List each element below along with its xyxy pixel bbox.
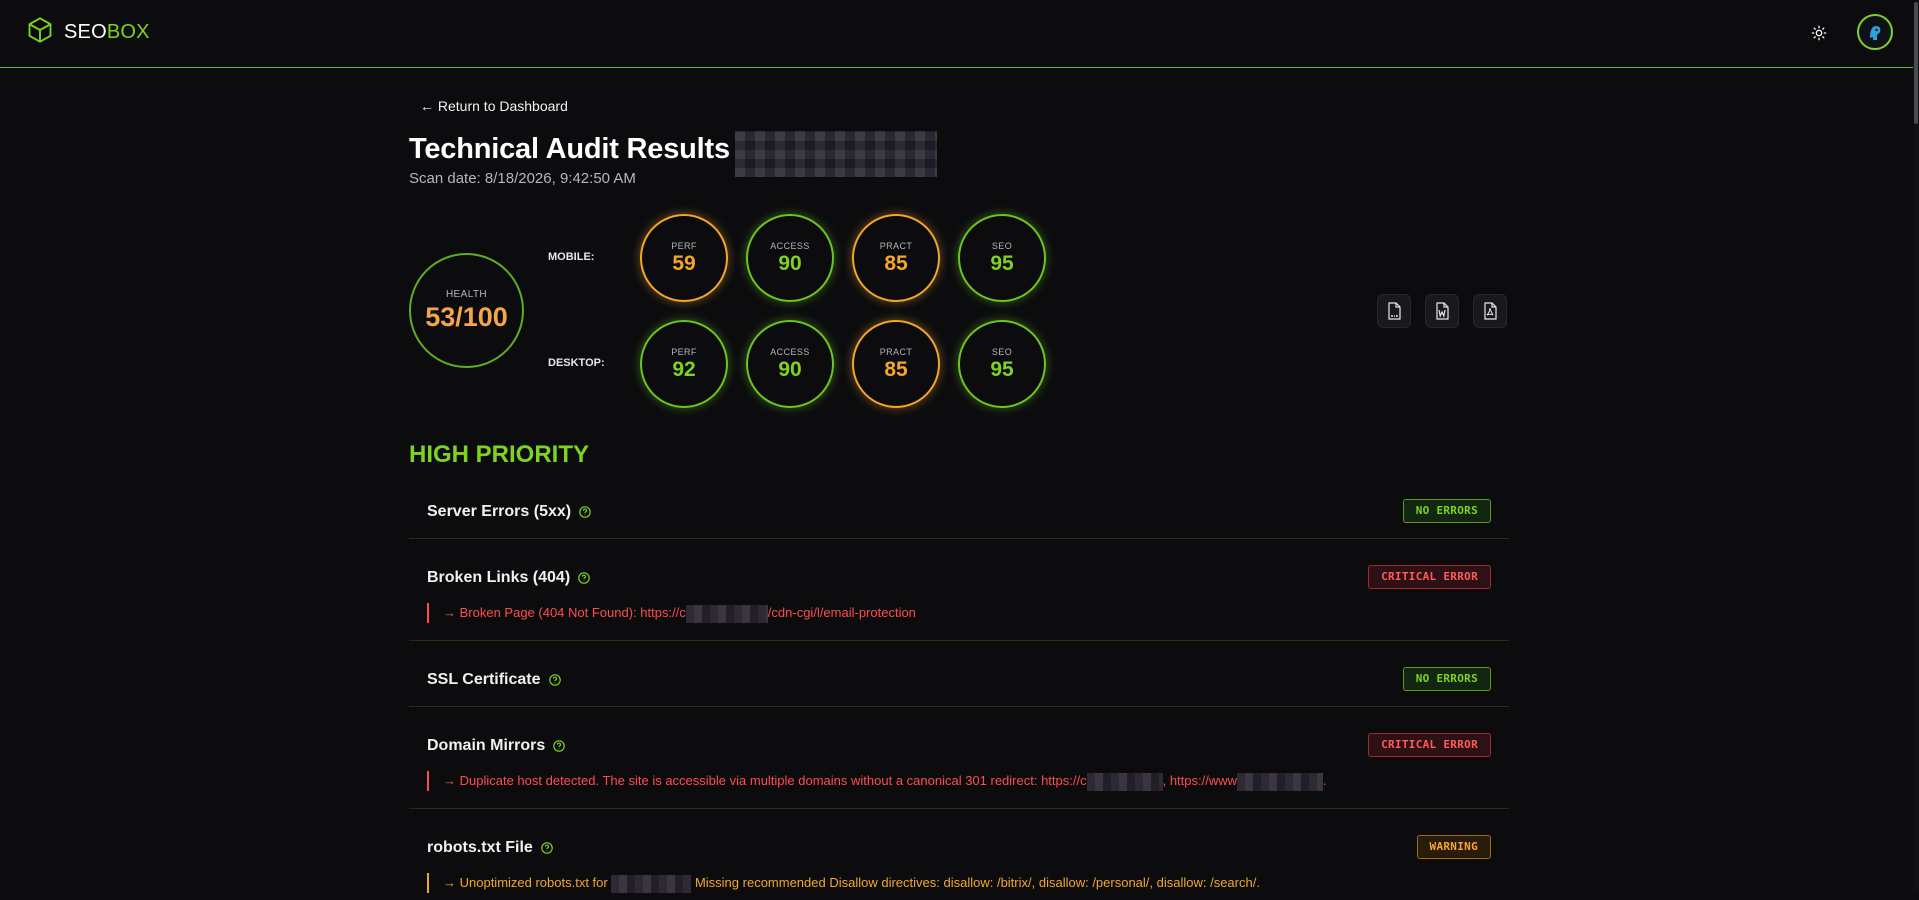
mobile-pract-score: PRACT 85	[852, 214, 940, 302]
status-badge: CRITICAL ERROR	[1368, 565, 1491, 589]
section-title-high-priority: HIGH PRIORITY	[409, 441, 590, 468]
score-label: PERF	[671, 240, 697, 251]
detail-text: .	[1323, 773, 1327, 788]
detail-text: , https://www	[1162, 773, 1238, 788]
logo[interactable]: SEOBOX	[26, 16, 150, 49]
check-title-text: Domain Mirrors	[427, 737, 546, 754]
health-score-circle: HEALTH 53/100	[409, 253, 524, 368]
desktop-perf-score: PERF 92	[640, 320, 728, 408]
logo-text-box: BOX	[106, 21, 150, 43]
export-csv-button[interactable]	[1377, 294, 1411, 328]
check-title-text: Server Errors (5xx)	[427, 503, 572, 520]
desktop-access-score: ACCESS 90	[746, 320, 834, 408]
check-title-text: Broken Links (404)	[427, 569, 571, 586]
health-label: HEALTH	[445, 288, 488, 300]
mobile-access-score: ACCESS 90	[746, 214, 834, 302]
check-detail: → Duplicate host detected. The site is a…	[427, 771, 1327, 791]
csv-file-icon	[1388, 302, 1401, 320]
detail-text: Missing recommended Disallow directives:…	[691, 875, 1260, 890]
check-title: SSL Certificate	[427, 671, 561, 689]
pdf-file-icon	[1484, 302, 1497, 320]
user-avatar[interactable]	[1857, 14, 1893, 50]
desktop-pract-score: PRACT 85	[852, 320, 940, 408]
mobile-perf-score: PERF 59	[640, 214, 728, 302]
detail-text: /cdn-cgi/l/email-protection	[767, 605, 916, 620]
score-label: PERF	[671, 346, 697, 357]
check-domain-mirrors: Domain Mirrors CRITICAL ERROR → Duplicat…	[409, 708, 1509, 809]
score-label: SEO	[991, 240, 1013, 251]
status-badge: NO ERRORS	[1402, 667, 1491, 691]
export-pdf-button[interactable]	[1473, 294, 1507, 328]
logo-text-seo: SEO	[64, 21, 107, 43]
user-avatar-icon	[1862, 19, 1888, 45]
check-server-errors: Server Errors (5xx) NO ERRORS	[409, 486, 1509, 539]
score-label: ACCESS	[770, 346, 810, 357]
return-to-dashboard-link[interactable]: ← Return to Dashboard	[420, 98, 568, 114]
export-word-button[interactable]	[1425, 294, 1459, 328]
check-title-text: SSL Certificate	[427, 671, 541, 688]
scan-date: Scan date: 8/18/2026, 9:42:50 AM	[409, 170, 636, 187]
detail-text: → Broken Page (404 Not Found): https://c	[443, 605, 686, 620]
help-icon[interactable]	[579, 506, 591, 518]
top-navbar: SEOBOX	[0, 0, 1919, 68]
redacted-domain	[735, 131, 937, 177]
redacted-text	[611, 874, 692, 893]
check-ssl-certificate: SSL Certificate NO ERRORS	[409, 642, 1509, 707]
score-value: 59	[672, 251, 696, 275]
score-label: ACCESS	[770, 240, 810, 251]
mobile-seo-score: SEO 95	[958, 214, 1046, 302]
score-value: 85	[884, 251, 908, 275]
detail-text: → Duplicate host detected. The site is a…	[443, 773, 1087, 788]
redacted-text	[1237, 772, 1324, 791]
status-badge: NO ERRORS	[1402, 499, 1491, 523]
check-title: Server Errors (5xx)	[427, 503, 591, 521]
page-title: Technical Audit Results	[409, 133, 730, 165]
help-icon[interactable]	[553, 740, 566, 752]
score-value: 90	[778, 357, 802, 381]
check-title: robots.txt File	[427, 839, 553, 857]
help-icon[interactable]	[548, 674, 561, 686]
score-label: PRACT	[879, 346, 913, 357]
cube-icon	[26, 16, 54, 49]
redacted-text	[1086, 772, 1163, 791]
check-title: Broken Links (404)	[427, 569, 590, 587]
help-icon[interactable]	[578, 572, 590, 584]
score-value: 85	[884, 357, 908, 381]
help-icon[interactable]	[540, 842, 553, 854]
check-robots-txt: robots.txt File WARNING → Unoptimized ro…	[409, 810, 1509, 900]
score-value: 90	[778, 251, 802, 275]
theme-toggle-button[interactable]	[1805, 19, 1833, 47]
score-value: 95	[990, 357, 1014, 381]
logo-text: SEOBOX	[64, 21, 150, 44]
check-detail: → Broken Page (404 Not Found): https://c…	[427, 603, 916, 623]
health-value: 53/100	[425, 301, 508, 332]
check-title: Domain Mirrors	[427, 737, 566, 755]
detail-text: → Unoptimized robots.txt for	[443, 875, 612, 890]
scrollbar-thumb[interactable]	[1914, 2, 1918, 124]
check-title-text: robots.txt File	[427, 839, 533, 856]
status-badge: CRITICAL ERROR	[1368, 733, 1491, 757]
check-broken-links: Broken Links (404) CRITICAL ERROR → Brok…	[409, 540, 1509, 641]
desktop-seo-score: SEO 95	[958, 320, 1046, 408]
score-label: PRACT	[879, 240, 913, 251]
sun-icon	[1811, 25, 1827, 41]
word-file-icon	[1436, 302, 1449, 320]
page-scrollbar[interactable]	[1913, 0, 1919, 892]
score-label: SEO	[991, 346, 1013, 357]
score-value: 92	[672, 357, 696, 381]
desktop-label: DESKTOP:	[548, 357, 605, 369]
mobile-label: MOBILE:	[548, 251, 595, 263]
score-value: 95	[990, 251, 1014, 275]
status-badge: WARNING	[1416, 835, 1491, 859]
redacted-text	[685, 604, 768, 623]
check-detail: → Unoptimized robots.txt for Missing rec…	[427, 873, 1260, 893]
